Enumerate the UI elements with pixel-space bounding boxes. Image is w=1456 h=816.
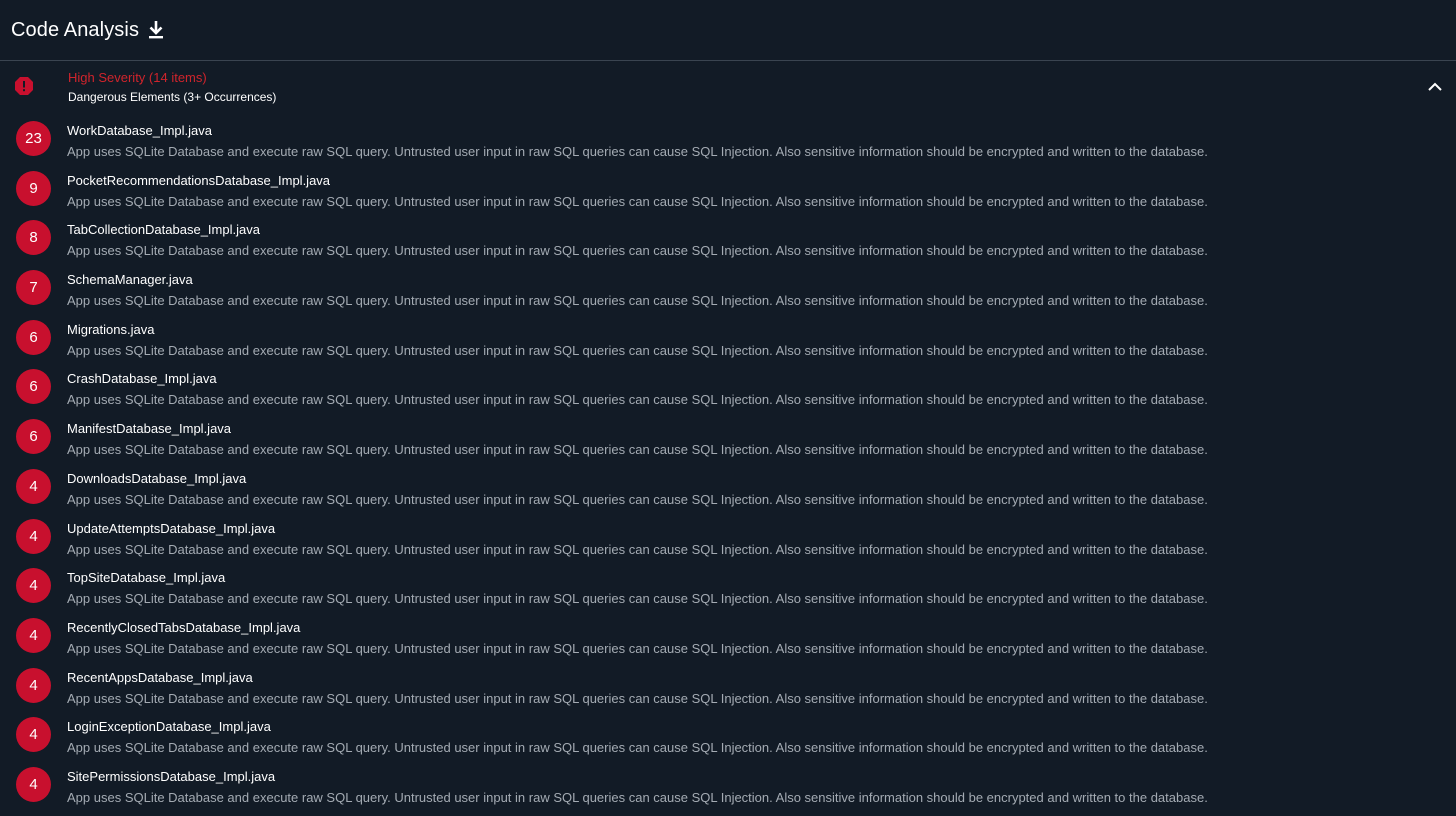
file-name: PocketRecommendationsDatabase_Impl.java bbox=[67, 172, 331, 188]
file-name: SitePermissionsDatabase_Impl.java bbox=[67, 768, 276, 784]
occurrence-count-badge: 8 bbox=[16, 220, 51, 256]
file-name: Migrations.java bbox=[67, 321, 155, 337]
finding-description: App uses SQLite Database and execute raw… bbox=[67, 591, 1208, 607]
file-name: TabCollectionDatabase_Impl.java bbox=[67, 222, 260, 238]
file-name: DownloadsDatabase_Impl.java bbox=[67, 470, 247, 486]
occurrence-count-badge: 4 bbox=[16, 766, 51, 802]
finding-list: 23 WorkDatabase_Impl.java App uses SQLit… bbox=[0, 117, 1456, 813]
file-name: CrashDatabase_Impl.java bbox=[67, 371, 217, 387]
finding-row[interactable]: 6 CrashDatabase_Impl.java App uses SQLit… bbox=[0, 365, 1456, 415]
finding-row[interactable]: 4 LoginExceptionDatabase_Impl.java App u… bbox=[0, 713, 1456, 763]
finding-description: App uses SQLite Database and execute raw… bbox=[67, 243, 1208, 259]
download-icon[interactable] bbox=[147, 19, 165, 41]
finding-description: App uses SQLite Database and execute raw… bbox=[67, 442, 1208, 458]
page-header: Code Analysis bbox=[0, 0, 1456, 61]
file-name: TopSiteDatabase_Impl.java bbox=[67, 570, 226, 586]
finding-row[interactable]: 4 UpdateAttemptsDatabase_Impl.java App u… bbox=[0, 515, 1456, 565]
finding-description: App uses SQLite Database and execute raw… bbox=[67, 144, 1208, 159]
finding-description: App uses SQLite Database and execute raw… bbox=[67, 193, 1208, 209]
file-name: SchemaManager.java bbox=[67, 272, 193, 288]
occurrence-count-badge: 4 bbox=[16, 468, 51, 504]
file-name: WorkDatabase_Impl.java bbox=[67, 123, 212, 138]
finding-row[interactable]: 8 TabCollectionDatabase_Impl.java App us… bbox=[0, 216, 1456, 266]
occurrence-count-badge: 6 bbox=[16, 319, 51, 355]
finding-description: App uses SQLite Database and execute raw… bbox=[67, 392, 1208, 408]
occurrence-count-badge: 23 bbox=[16, 121, 51, 156]
file-name: UpdateAttemptsDatabase_Impl.java bbox=[67, 520, 276, 536]
finding-description: App uses SQLite Database and execute raw… bbox=[67, 491, 1208, 507]
finding-row[interactable]: 4 RecentAppsDatabase_Impl.java App uses … bbox=[0, 664, 1456, 714]
occurrence-count-badge: 4 bbox=[16, 667, 51, 703]
occurrence-count-badge: 4 bbox=[16, 568, 51, 604]
occurrence-count-badge: 4 bbox=[16, 717, 51, 753]
occurrence-count-badge: 4 bbox=[16, 617, 51, 653]
severity-section-header[interactable]: High Severity (14 items) Dangerous Eleme… bbox=[0, 61, 1456, 117]
finding-description: App uses SQLite Database and execute raw… bbox=[67, 740, 1208, 756]
file-name: ManifestDatabase_Impl.java bbox=[67, 421, 232, 437]
finding-row[interactable]: 9 PocketRecommendationsDatabase_Impl.jav… bbox=[0, 167, 1456, 217]
finding-row[interactable]: 4 RecentlyClosedTabsDatabase_Impl.java A… bbox=[0, 614, 1456, 664]
occurrence-count-badge: 9 bbox=[16, 170, 51, 206]
chevron-up-icon[interactable] bbox=[1426, 78, 1444, 96]
occurrence-count-badge: 7 bbox=[16, 270, 51, 306]
severity-subtitle: Dangerous Elements (3+ Occurrences) bbox=[68, 90, 277, 104]
alert-octagon-icon bbox=[14, 76, 34, 96]
finding-description: App uses SQLite Database and execute raw… bbox=[67, 789, 1208, 805]
code-analysis-page: Code Analysis High Severity (14 items) D… bbox=[0, 0, 1456, 816]
page-title: Code Analysis bbox=[11, 18, 140, 41]
finding-row[interactable]: 6 Migrations.java App uses SQLite Databa… bbox=[0, 316, 1456, 366]
finding-description: App uses SQLite Database and execute raw… bbox=[67, 640, 1208, 656]
occurrence-count-badge: 4 bbox=[16, 518, 51, 554]
severity-text: High Severity (14 items) Dangerous Eleme… bbox=[68, 70, 276, 105]
file-name: RecentAppsDatabase_Impl.java bbox=[67, 669, 253, 685]
file-name: RecentlyClosedTabsDatabase_Impl.java bbox=[67, 619, 301, 635]
finding-description: App uses SQLite Database and execute raw… bbox=[67, 690, 1208, 706]
occurrence-count-badge: 6 bbox=[16, 369, 51, 405]
finding-row[interactable]: 4 DownloadsDatabase_Impl.java App uses S… bbox=[0, 465, 1456, 515]
occurrence-count-badge: 6 bbox=[16, 419, 51, 455]
finding-row[interactable]: 6 ManifestDatabase_Impl.java App uses SQ… bbox=[0, 415, 1456, 465]
finding-row[interactable]: 4 TopSiteDatabase_Impl.java App uses SQL… bbox=[0, 564, 1456, 614]
file-name: LoginExceptionDatabase_Impl.java bbox=[67, 719, 271, 735]
severity-title: High Severity (14 items) bbox=[68, 70, 207, 85]
finding-row[interactable]: 7 SchemaManager.java App uses SQLite Dat… bbox=[0, 266, 1456, 316]
finding-row[interactable]: 4 SitePermissionsDatabase_Impl.java App … bbox=[0, 763, 1456, 813]
finding-row[interactable]: 23 WorkDatabase_Impl.java App uses SQLit… bbox=[0, 117, 1456, 167]
finding-description: App uses SQLite Database and execute raw… bbox=[67, 342, 1208, 358]
finding-description: App uses SQLite Database and execute raw… bbox=[67, 541, 1208, 557]
finding-description: App uses SQLite Database and execute raw… bbox=[67, 293, 1208, 309]
